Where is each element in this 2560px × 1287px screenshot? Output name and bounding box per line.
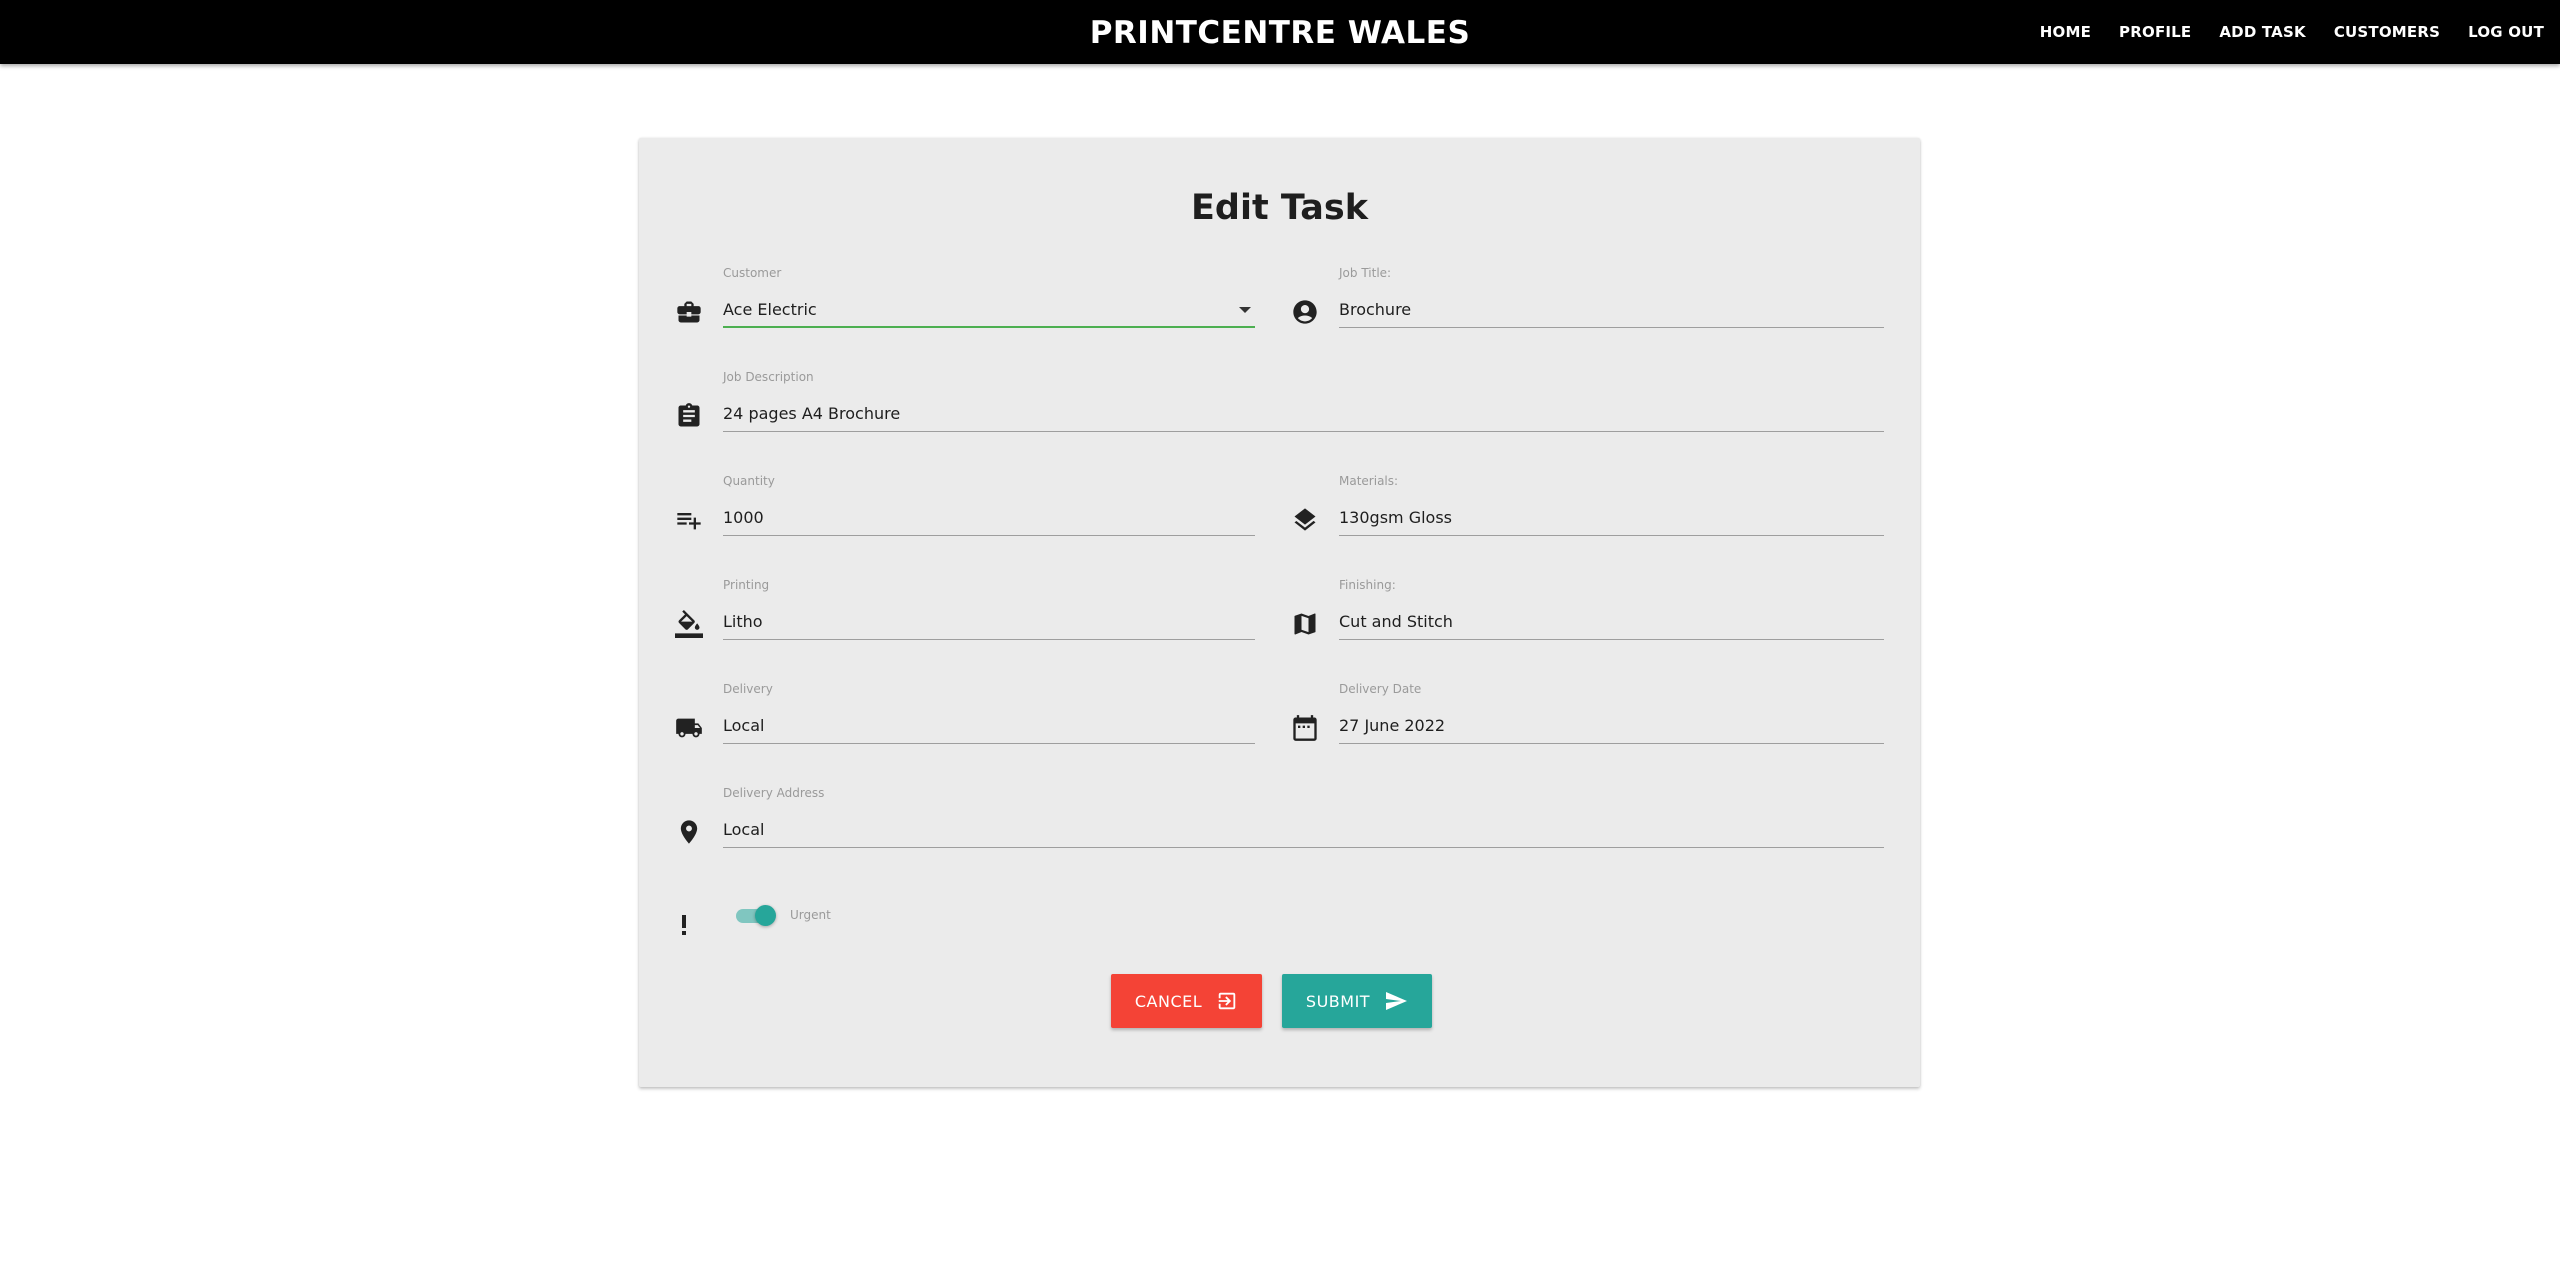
send-icon: [1384, 989, 1408, 1013]
customer-select[interactable]: Ace Electric: [723, 293, 1255, 328]
nav-link-customers[interactable]: CUSTOMERS: [2320, 0, 2454, 64]
urgent-label: Urgent: [790, 908, 831, 922]
quantity-field: Quantity 1000: [675, 474, 1255, 546]
delivery-field: Delivery Local: [675, 682, 1255, 754]
cancel-button-label: CANCEL: [1134, 991, 1203, 1011]
quantity-label: Quantity: [723, 474, 775, 488]
edit-task-card: Edit Task Customer Ace Electric Job Titl…: [639, 138, 1920, 1087]
urgent-toggle-knob[interactable]: [755, 905, 776, 926]
submit-button-label: SUBMIT: [1305, 991, 1371, 1011]
calendar-icon: [1291, 714, 1319, 742]
delivery-address-field: Delivery Address Local: [675, 786, 1884, 858]
job-description-field: Job Description 24 pages A4 Brochure: [675, 370, 1884, 442]
job-description-input[interactable]: 24 pages A4 Brochure: [723, 397, 1884, 432]
customer-field: Customer Ace Electric: [675, 266, 1255, 338]
nav-link-profile[interactable]: PROFILE: [2105, 0, 2205, 64]
finishing-field: Finishing: Cut and Stitch: [1291, 578, 1884, 650]
nav-links: HOME PROFILE ADD TASK CUSTOMERS LOG OUT: [2026, 0, 2544, 64]
job-description-label: Job Description: [723, 370, 814, 384]
delivery-date-input[interactable]: 27 June 2022: [1339, 709, 1884, 744]
nav-link-log-out[interactable]: LOG OUT: [2454, 0, 2544, 64]
nav-link-home[interactable]: HOME: [2026, 0, 2105, 64]
location-pin-icon: [675, 818, 703, 846]
format-color-fill-icon: [675, 610, 703, 638]
exit-icon: [1216, 990, 1238, 1012]
priority-high-icon: [674, 909, 694, 937]
printing-input[interactable]: Litho: [723, 605, 1255, 640]
job-title-label: Job Title:: [1339, 266, 1392, 280]
materials-label: Materials:: [1339, 474, 1399, 488]
materials-input[interactable]: 130gsm Gloss: [1339, 501, 1884, 536]
delivery-label: Delivery: [723, 682, 773, 696]
quantity-input[interactable]: 1000: [723, 501, 1255, 536]
page-title: Edit Task: [1191, 188, 1368, 228]
layers-icon: [1291, 506, 1319, 534]
delivery-date-field: Delivery Date 27 June 2022: [1291, 682, 1884, 754]
delivery-address-input[interactable]: Local: [723, 813, 1884, 848]
nav-link-add-task[interactable]: ADD TASK: [2205, 0, 2319, 64]
top-navbar: PRINTCENTRE WALES HOME PROFILE ADD TASK …: [0, 0, 2560, 64]
finishing-label: Finishing:: [1339, 578, 1396, 592]
customer-select-value: Ace Electric: [723, 300, 817, 319]
cancel-button[interactable]: CANCEL: [1111, 974, 1262, 1028]
chevron-down-icon[interactable]: [1239, 307, 1251, 313]
delivery-address-label: Delivery Address: [723, 786, 825, 800]
submit-button[interactable]: SUBMIT: [1282, 974, 1432, 1028]
truck-icon: [675, 714, 703, 742]
map-icon: [1291, 610, 1319, 638]
job-title-field: Job Title: Brochure: [1291, 266, 1884, 338]
customer-label: Customer: [723, 266, 782, 280]
printing-field: Printing Litho: [675, 578, 1255, 650]
delivery-input[interactable]: Local: [723, 709, 1255, 744]
briefcase-icon: [675, 298, 703, 326]
job-title-input[interactable]: Brochure: [1339, 293, 1884, 328]
finishing-input[interactable]: Cut and Stitch: [1339, 605, 1884, 640]
playlist-add-icon: [675, 506, 703, 534]
urgent-toggle[interactable]: [736, 905, 776, 926]
account-circle-icon: [1291, 298, 1319, 326]
materials-field: Materials: 130gsm Gloss: [1291, 474, 1884, 546]
clipboard-icon: [675, 402, 703, 430]
printing-label: Printing: [723, 578, 770, 592]
delivery-date-label: Delivery Date: [1339, 682, 1422, 696]
